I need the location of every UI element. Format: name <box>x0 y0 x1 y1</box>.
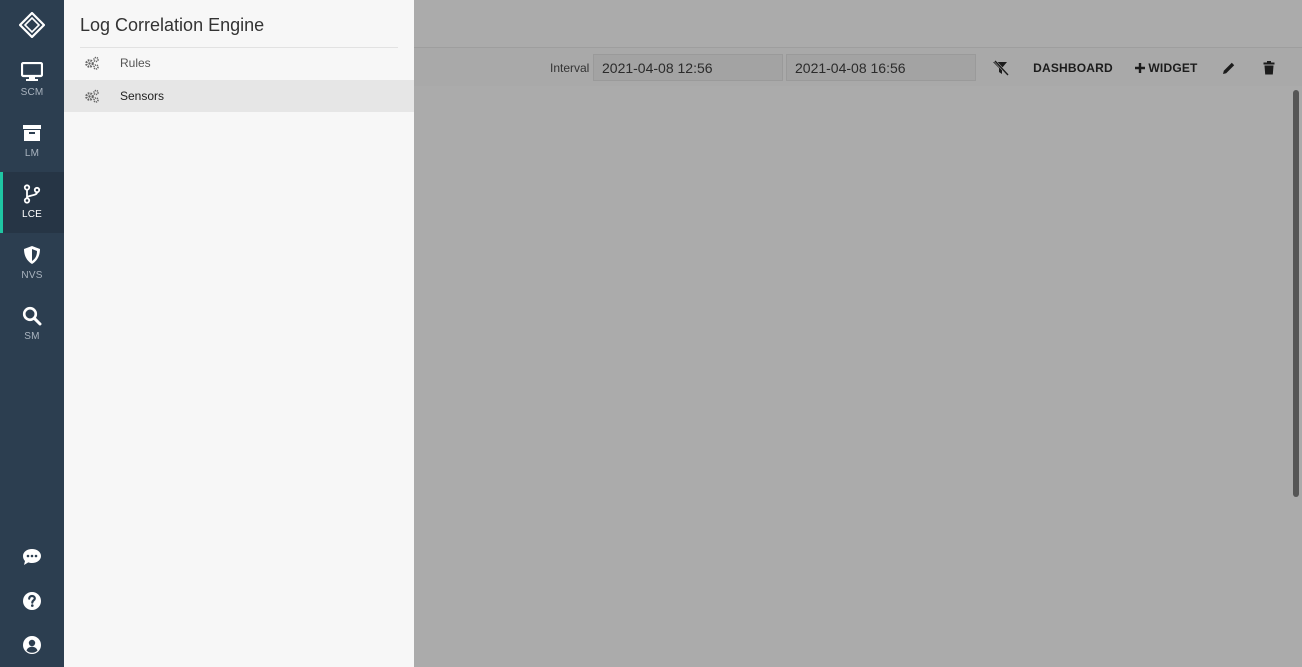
interval-from-input[interactable]: 2021-04-08 12:56 <box>593 54 783 81</box>
drawer-item-label: Sensors <box>120 89 165 103</box>
filter-off-icon <box>993 60 1009 76</box>
drawer-title: Log Correlation Engine <box>80 15 265 35</box>
rail-item-label: LCE <box>21 209 43 220</box>
lce-drawer: Log Correlation Engine Rules Sensors <box>64 0 414 667</box>
app-rail: SCM LM LCE NVS SM <box>0 0 64 667</box>
help-icon <box>23 592 41 610</box>
app-logo[interactable] <box>0 0 64 50</box>
add-widget-button[interactable]: WIDGET <box>1134 58 1198 78</box>
rail-item-label: LM <box>24 148 40 159</box>
interval-label: Interval <box>550 61 590 75</box>
clear-filter-button[interactable] <box>990 58 1012 78</box>
archive-icon <box>23 125 41 141</box>
main-scrollbar[interactable] <box>1293 90 1299 497</box>
edit-button[interactable] <box>1220 58 1238 78</box>
dashboard-button-label: DASHBOARD <box>1033 61 1113 75</box>
logo-icon <box>19 12 45 38</box>
branch-icon <box>23 184 41 204</box>
add-widget-label: WIDGET <box>1148 61 1198 75</box>
shield-icon <box>24 246 40 264</box>
rail-item-label: SCM <box>20 87 44 98</box>
rail-item-lce[interactable]: LCE <box>0 172 64 233</box>
search-icon <box>22 306 42 326</box>
pencil-icon <box>1223 62 1235 74</box>
dashboard-button[interactable]: DASHBOARD <box>1033 58 1113 78</box>
rail-item-scm[interactable]: SCM <box>0 50 64 111</box>
rail-item-sm[interactable]: SM <box>0 294 64 355</box>
gears-icon <box>84 55 100 71</box>
rail-item-label: SM <box>24 331 40 342</box>
drawer-item-sensors[interactable]: Sensors <box>64 80 414 112</box>
plus-icon <box>1135 63 1146 73</box>
monitor-icon <box>21 62 43 81</box>
rail-item-label: NVS <box>21 270 43 281</box>
interval-to-input[interactable]: 2021-04-08 16:56 <box>786 54 976 81</box>
trash-icon <box>1263 61 1275 75</box>
user-button[interactable] <box>0 630 64 660</box>
drawer-item-label: Rules <box>120 56 151 70</box>
help-button[interactable] <box>0 586 64 616</box>
rail-item-lm[interactable]: LM <box>0 111 64 172</box>
user-icon <box>23 636 41 654</box>
chat-icon <box>23 549 41 565</box>
delete-button[interactable] <box>1260 58 1278 78</box>
rail-item-nvs[interactable]: NVS <box>0 233 64 294</box>
chat-button[interactable] <box>0 542 64 572</box>
drawer-item-rules[interactable]: Rules <box>64 47 414 79</box>
gears-icon <box>84 88 100 104</box>
